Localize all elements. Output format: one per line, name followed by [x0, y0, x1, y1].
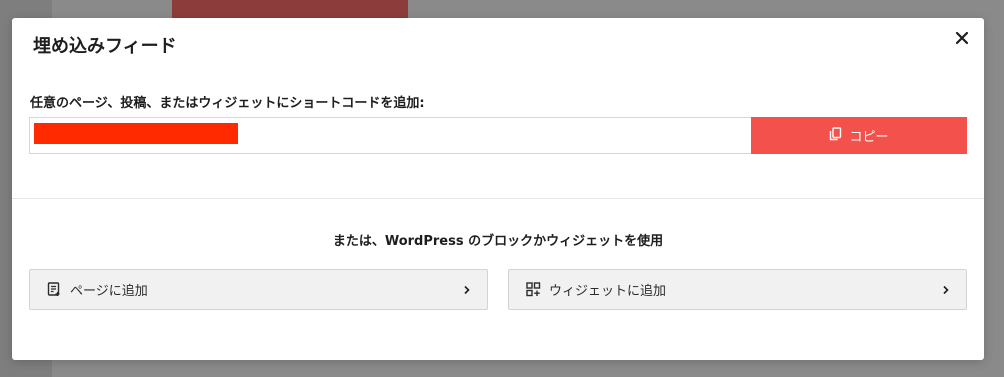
- add-to-widget-button[interactable]: ウィジェットに追加: [508, 269, 967, 310]
- embed-feed-modal: 埋め込みフィード 任意のページ、投稿、またはウィジェットにショートコードを追加:…: [12, 18, 984, 360]
- copy-button[interactable]: コピー: [751, 117, 967, 154]
- add-to-widget-label: ウィジェットに追加: [549, 284, 667, 299]
- page-add-icon: [46, 282, 62, 298]
- copy-icon: [829, 126, 842, 145]
- chevron-right-icon: [463, 285, 471, 295]
- alternatives-heading: または、WordPress のブロックかウィジェットを使用: [332, 234, 664, 249]
- section-divider: [12, 198, 984, 199]
- close-button[interactable]: [951, 28, 973, 50]
- shortcode-field[interactable]: [29, 117, 751, 154]
- chevron-right-icon: [942, 285, 950, 295]
- close-icon: [955, 30, 969, 49]
- add-to-page-button[interactable]: ページに追加: [29, 269, 488, 310]
- backdrop-accent-bar: [172, 0, 408, 18]
- widget-add-icon: [525, 282, 541, 298]
- copy-button-label: コピー: [849, 130, 889, 145]
- modal-title: 埋め込みフィード: [33, 36, 177, 57]
- add-to-page-label: ページに追加: [70, 284, 148, 299]
- redacted-shortcode: [34, 123, 238, 144]
- shortcode-label: 任意のページ、投稿、またはウィジェットにショートコードを追加:: [30, 96, 425, 111]
- shortcode-row: コピー: [29, 117, 967, 154]
